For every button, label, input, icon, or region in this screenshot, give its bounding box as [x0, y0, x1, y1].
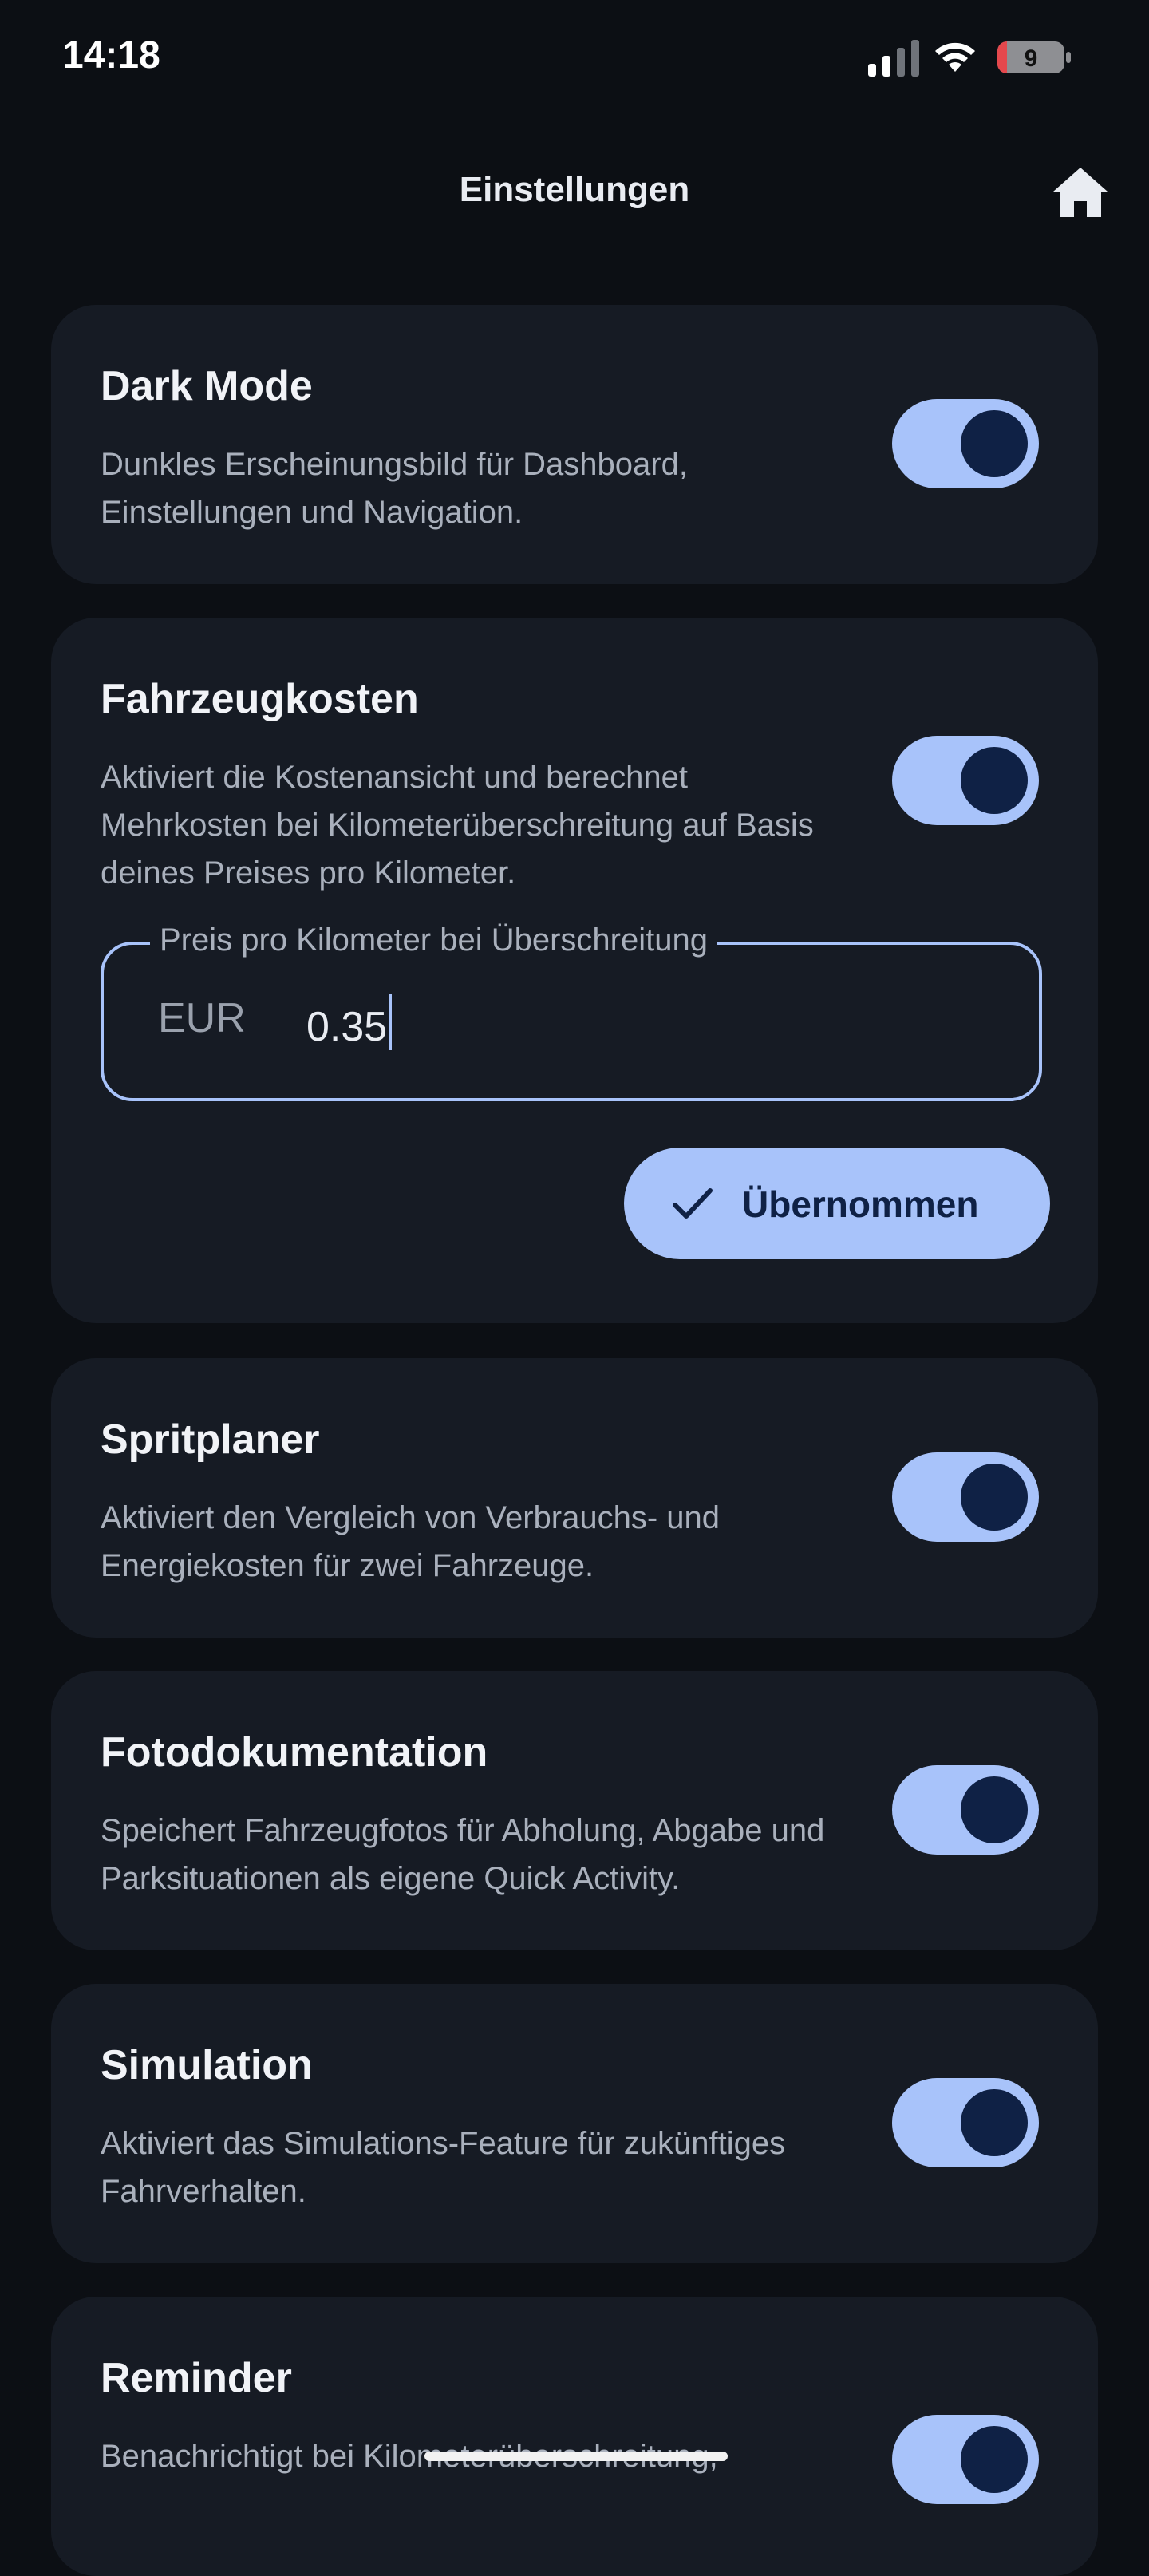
- price-value-wrapper[interactable]: 0.35: [306, 994, 393, 1051]
- card-description: Speichert Fahrzeugfotos für Abholung, Ab…: [101, 1813, 825, 1896]
- dark-mode-card: Dark Mode Dunkles Erscheinungsbild für D…: [51, 305, 1098, 584]
- fuel-planner-toggle[interactable]: [892, 1452, 1039, 1542]
- toggle-knob: [961, 1464, 1028, 1531]
- vehicle-costs-card: Fahrzeugkosten Aktiviert die Kostenansic…: [51, 618, 1098, 1323]
- currency-prefix: EUR: [158, 995, 246, 1041]
- accept-button[interactable]: Übernommen: [624, 1148, 1050, 1259]
- toggle-knob: [961, 2089, 1028, 2156]
- price-per-km-input[interactable]: Preis pro Kilometer bei Überschreitung E…: [101, 923, 1042, 1101]
- simulation-toggle[interactable]: [892, 2078, 1039, 2167]
- simulation-card: Simulation Aktiviert das Simulations-Fea…: [51, 1984, 1098, 2263]
- check-icon: [673, 1188, 713, 1219]
- price-field-label: Preis pro Kilometer bei Überschreitung: [150, 923, 717, 958]
- price-value[interactable]: 0.35: [306, 1004, 387, 1050]
- dark-mode-toggle[interactable]: [892, 399, 1039, 488]
- home-indicator[interactable]: [424, 2452, 728, 2461]
- card-title: Reminder: [101, 2355, 292, 2401]
- home-icon[interactable]: [1052, 166, 1109, 219]
- cellular-signal-icon: [868, 40, 919, 77]
- card-description: Aktiviert den Vergleich von Verbrauchs- …: [101, 1500, 720, 1583]
- toggle-knob: [961, 747, 1028, 814]
- card-title: Fotodokumentation: [101, 1729, 488, 1776]
- card-description: Aktiviert die Kostenansicht und berechne…: [101, 760, 814, 891]
- status-bar: 14:18 9: [0, 0, 1149, 112]
- toggle-knob: [961, 2426, 1028, 2493]
- battery-level: 9: [1025, 45, 1038, 72]
- fuel-planner-card: Spritplaner Aktiviert den Vergleich von …: [51, 1358, 1098, 1638]
- reminder-toggle[interactable]: [892, 2415, 1039, 2504]
- card-title: Dark Mode: [101, 363, 313, 409]
- reminder-card: Reminder Benachrichtigt bei Kilometerübe…: [51, 2297, 1098, 2576]
- wifi-icon: [935, 42, 975, 72]
- toggle-knob: [961, 410, 1028, 477]
- accept-button-label: Übernommen: [742, 1183, 979, 1225]
- card-description: Dunkles Erscheinungsbild für Dashboard, …: [101, 447, 688, 530]
- card-title: Simulation: [101, 2042, 313, 2088]
- text-cursor: [389, 994, 393, 1050]
- card-title: Spritplaner: [101, 1416, 320, 1463]
- status-time: 14:18: [62, 34, 160, 77]
- page-title: Einstellungen: [459, 170, 690, 209]
- photo-docs-toggle[interactable]: [892, 1765, 1039, 1855]
- toggle-knob: [961, 1776, 1028, 1843]
- card-description: Aktiviert das Simulations-Feature für zu…: [101, 2126, 786, 2209]
- card-title: Fahrzeugkosten: [101, 676, 419, 722]
- photo-docs-card: Fotodokumentation Speichert Fahrzeugfoto…: [51, 1671, 1098, 1950]
- battery-icon: 9: [997, 41, 1071, 73]
- app-header: Einstellungen: [0, 144, 1149, 239]
- vehicle-costs-toggle[interactable]: [892, 736, 1039, 825]
